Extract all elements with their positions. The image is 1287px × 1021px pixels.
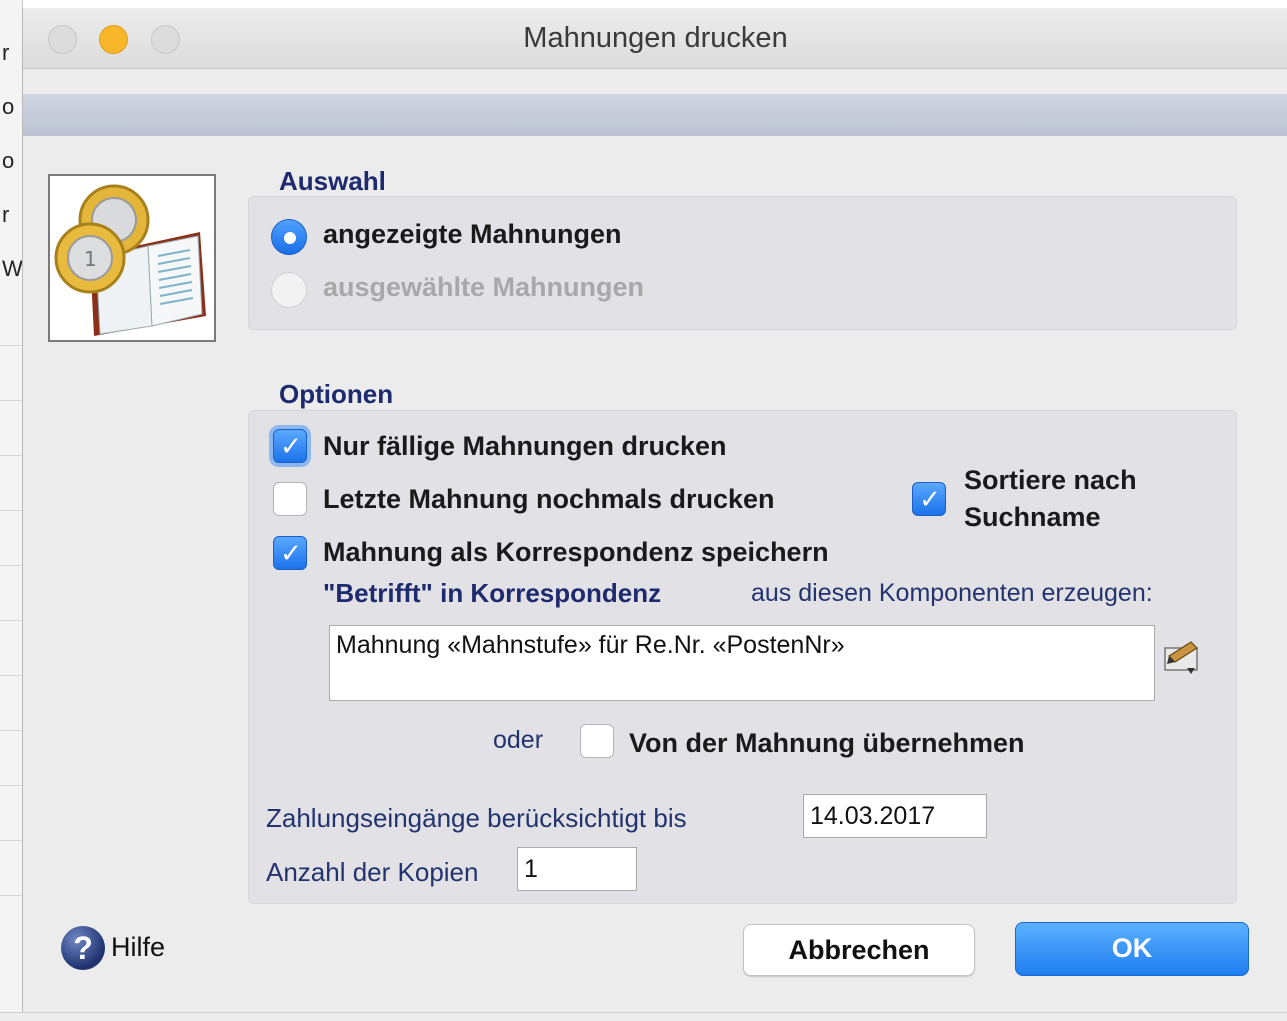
radio-displayed-reminders-label[interactable]: angezeigte Mahnungen	[323, 219, 622, 250]
sort-by-searchname-label-line1[interactable]: Sortiere nach	[964, 465, 1137, 496]
reminder-book-icon: 1	[48, 174, 216, 342]
sort-by-searchname-checkbox[interactable]: ✓	[912, 482, 946, 516]
copies-field[interactable]: 1	[517, 847, 637, 891]
print-reminders-dialog: Mahnungen drucken 1 Auswahl angezeigte M…	[22, 8, 1287, 1012]
options-section-title: Optionen	[279, 379, 394, 409]
only-due-label[interactable]: Nur fällige Mahnungen drucken	[323, 431, 727, 462]
radio-selected-reminders-label: ausgewählte Mahnungen	[323, 272, 645, 302]
cancel-button[interactable]: Abbrechen	[743, 924, 975, 976]
background-text: r	[2, 40, 10, 65]
take-from-reminder-label[interactable]: Von der Mahnung übernehmen	[629, 728, 1025, 759]
payments-date-field[interactable]: 14.03.2017	[803, 794, 987, 838]
help-label[interactable]: Hilfe	[111, 932, 165, 963]
take-from-reminder-checkbox[interactable]	[580, 724, 614, 758]
toolbar-band	[23, 94, 1287, 136]
payments-considered-label: Zahlungseingänge berücksichtigt bis	[266, 803, 687, 833]
subject-label: "Betrifft" in Korrespondenz	[323, 578, 662, 608]
background-text: r	[2, 202, 10, 227]
svg-text:1: 1	[84, 247, 97, 271]
checkmark-icon: ✓	[280, 539, 302, 569]
checkmark-icon: ✓	[280, 432, 302, 462]
subject-template-field[interactable]: Mahnung «Mahnstufe» für Re.Nr. «PostenNr…	[329, 625, 1155, 701]
checkmark-icon: ✓	[919, 485, 941, 515]
save-as-correspondence-label[interactable]: Mahnung als Korrespondenz speichern	[323, 537, 829, 568]
print-last-again-checkbox[interactable]	[273, 482, 307, 516]
only-due-checkbox[interactable]: ✓	[273, 429, 307, 463]
subject-suffix-label: aus diesen Komponenten erzeugen:	[751, 579, 1153, 607]
print-last-again-label[interactable]: Letzte Mahnung nochmals drucken	[323, 484, 775, 515]
background-app-strip: r o o r Wi	[0, 0, 28, 1020]
copies-label: Anzahl der Kopien	[266, 857, 479, 887]
window-title: Mahnungen drucken	[523, 22, 788, 54]
title-bar: Mahnungen drucken	[23, 8, 1287, 69]
radio-displayed-reminders[interactable]	[271, 219, 307, 255]
or-label: oder	[493, 726, 544, 754]
save-as-correspondence-checkbox[interactable]: ✓	[273, 536, 307, 570]
radio-selected-reminders	[271, 272, 307, 308]
background-text: o	[2, 94, 15, 119]
help-icon[interactable]: ?	[61, 926, 105, 970]
selection-section-title: Auswahl	[279, 166, 386, 196]
ok-button[interactable]: OK	[1015, 922, 1249, 976]
background-text: o	[2, 148, 15, 173]
insert-field-icon[interactable]	[1161, 636, 1205, 678]
selection-panel: angezeigte Mahnungen ausgewählte Mahnung…	[248, 196, 1237, 330]
sort-by-searchname-label-line2[interactable]: Suchname	[964, 502, 1101, 533]
